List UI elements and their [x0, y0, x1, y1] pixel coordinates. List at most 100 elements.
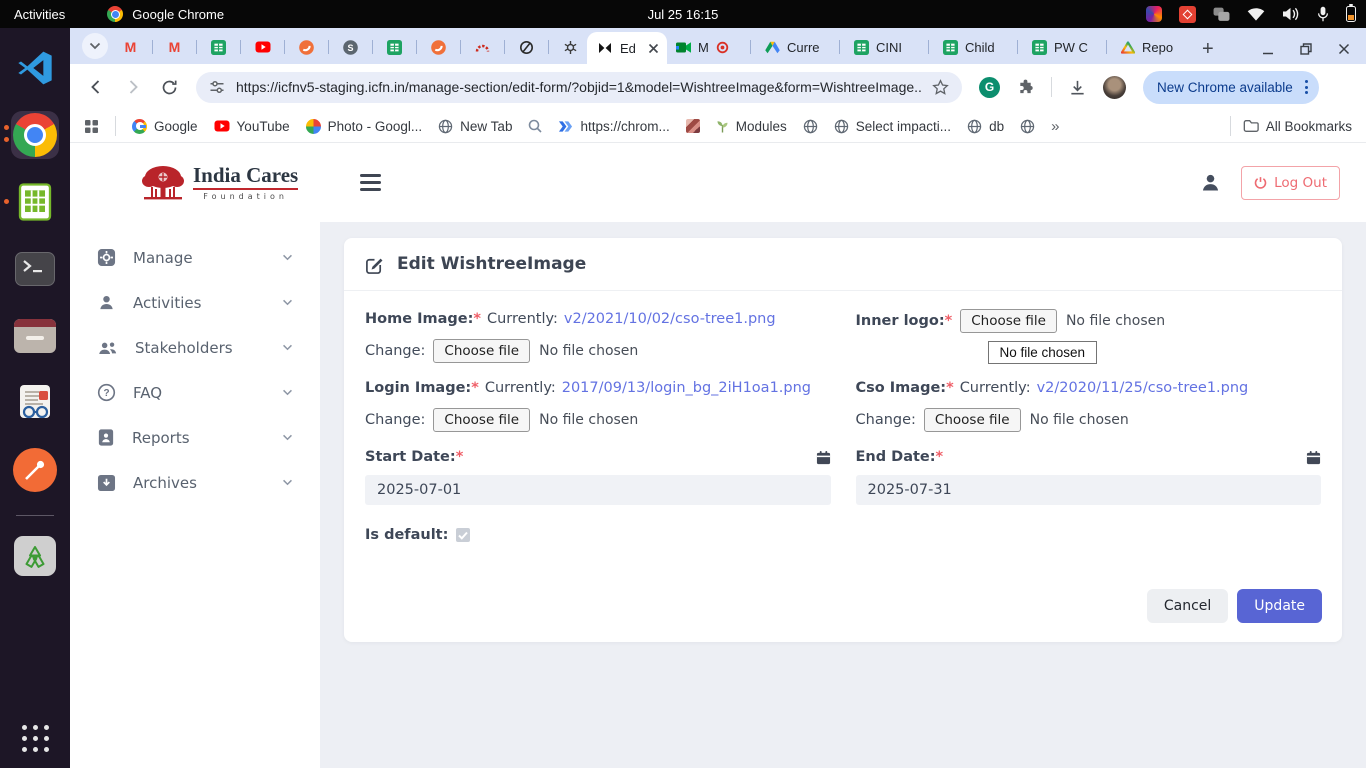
cso-image-file-link[interactable]: v2/2020/11/25/cso-tree1.png — [1037, 380, 1249, 396]
tab-search-button[interactable] — [82, 33, 108, 59]
youtube-icon — [255, 41, 271, 53]
forward-button[interactable] — [123, 77, 143, 97]
bookmark-chrome-link[interactable]: https://chrom... — [558, 119, 669, 134]
pinned-tab-gmail[interactable]: M — [114, 30, 147, 64]
pinned-tab-gmail-2[interactable]: M — [158, 30, 191, 64]
reload-button[interactable] — [160, 78, 179, 97]
extensions-puzzle-icon[interactable] — [1017, 79, 1034, 96]
restore-icon[interactable] — [1300, 43, 1312, 55]
logout-button[interactable]: Log Out — [1241, 166, 1340, 200]
search-bookmark-icon[interactable] — [528, 119, 542, 133]
dock-vscode[interactable] — [11, 44, 59, 92]
address-bar[interactable]: https://icfnv5-staging.icfn.in/manage-se… — [196, 72, 962, 103]
bookmark-select-impact[interactable]: Select impacti... — [834, 119, 951, 134]
battery-icon[interactable] — [1346, 6, 1356, 22]
dock-document-viewer[interactable] — [11, 379, 59, 427]
check-icon — [458, 531, 468, 540]
back-button[interactable] — [86, 77, 106, 97]
new-tab-button[interactable]: + — [1202, 39, 1214, 59]
show-applications-button[interactable] — [22, 725, 49, 752]
pinned-tab-sheets-2[interactable] — [378, 30, 411, 64]
dock-trash[interactable] — [11, 532, 59, 580]
all-bookmarks-button[interactable]: All Bookmarks — [1243, 119, 1352, 134]
pinned-tab-sheets[interactable] — [202, 30, 235, 64]
tab-sheet-child[interactable]: Child — [934, 30, 1012, 64]
edit-pencil-icon — [365, 255, 384, 274]
minimize-icon[interactable] — [1262, 43, 1274, 55]
sidebar-item-faq[interactable]: ? FAQ — [70, 370, 320, 415]
activities-button[interactable]: Activities — [14, 7, 65, 22]
bookmark-google[interactable]: Google — [132, 119, 198, 134]
brand-logo[interactable]: India Cares Foundation — [140, 163, 298, 203]
cancel-button[interactable]: Cancel — [1147, 589, 1228, 623]
is-default-checkbox[interactable] — [456, 528, 470, 542]
focused-app-menu[interactable]: Google Chrome — [107, 6, 224, 22]
sidebar-toggle-button[interactable] — [356, 170, 385, 195]
calendar-icon[interactable] — [1306, 450, 1321, 465]
close-tab-icon[interactable] — [647, 42, 660, 55]
home-image-choose-file-button[interactable]: Choose file — [433, 339, 530, 363]
bookmark-new-tab[interactable]: New Tab — [438, 119, 512, 134]
start-date-input[interactable] — [365, 475, 831, 505]
pinned-tab-slashed-circle[interactable] — [510, 30, 543, 64]
wifi-icon[interactable] — [1247, 7, 1265, 21]
pinned-tab-openai[interactable] — [554, 30, 587, 64]
grammarly-extension-icon[interactable]: G — [979, 77, 1000, 98]
dock-files[interactable] — [11, 312, 59, 360]
user-icon[interactable] — [1200, 172, 1221, 193]
bookmarks-overflow-button[interactable]: » — [1051, 118, 1059, 135]
globe-icon[interactable] — [1020, 119, 1035, 134]
browser-menu-icon[interactable] — [1303, 78, 1310, 96]
bookmark-image-favicon[interactable] — [686, 119, 700, 133]
url-text[interactable]: https://icfnv5-staging.icfn.in/manage-se… — [236, 79, 921, 95]
volume-icon[interactable] — [1282, 7, 1300, 21]
calendar-icon[interactable] — [816, 450, 831, 465]
dock-libreoffice-calc[interactable] — [11, 178, 59, 226]
login-image-file-link[interactable]: 2017/09/13/login_bg_2iH1oa1.png — [562, 380, 811, 396]
end-date-input[interactable] — [856, 475, 1322, 505]
tab-meet[interactable]: M — [667, 30, 745, 64]
tab-sheet-pw[interactable]: PW C — [1023, 30, 1101, 64]
dock-chrome[interactable] — [11, 111, 59, 159]
microphone-icon[interactable] — [1317, 6, 1329, 22]
pinned-tab-youtube[interactable] — [246, 30, 279, 64]
active-tab[interactable]: Ed — [587, 32, 667, 64]
profile-avatar[interactable] — [1103, 76, 1126, 99]
dock-postman[interactable] — [11, 446, 59, 494]
update-chrome-button[interactable]: New Chrome available — [1143, 71, 1319, 104]
app-indicator-icon[interactable] — [1146, 6, 1162, 22]
clock[interactable]: Jul 25 16:15 — [648, 7, 719, 22]
google-sheets-icon — [1032, 40, 1047, 55]
pinned-tab-red-arc[interactable] — [466, 30, 499, 64]
bookmark-google-photos[interactable]: Photo - Googl... — [306, 119, 423, 134]
tab-repo[interactable]: Repo — [1112, 30, 1190, 64]
bookmark-youtube[interactable]: YouTube — [214, 119, 290, 134]
login-image-choose-file-button[interactable]: Choose file — [433, 408, 530, 432]
globe-icon[interactable] — [803, 119, 818, 134]
cso-image-choose-file-button[interactable]: Choose file — [924, 408, 1021, 432]
sidebar-item-archives[interactable]: Archives — [70, 460, 320, 505]
close-window-icon[interactable] — [1338, 43, 1350, 55]
tab-sheet-cini[interactable]: CINI — [845, 30, 923, 64]
dock-terminal[interactable] — [11, 245, 59, 293]
bookmark-star-icon[interactable] — [932, 79, 949, 96]
sidebar-item-reports[interactable]: Reports — [70, 415, 320, 460]
downloads-icon[interactable] — [1069, 79, 1086, 96]
chat-indicator-icon[interactable] — [1213, 7, 1230, 22]
update-button[interactable]: Update — [1237, 589, 1322, 623]
site-settings-icon[interactable] — [209, 79, 225, 95]
screen-share-icon[interactable] — [1179, 6, 1196, 23]
home-image-file-link[interactable]: v2/2021/10/02/cso-tree1.png — [564, 311, 776, 327]
pinned-tab-orange-app-2[interactable] — [422, 30, 455, 64]
sidebar-item-manage[interactable]: Manage — [70, 235, 320, 280]
apps-grid-icon[interactable] — [84, 119, 99, 134]
bookmark-modules[interactable]: Modules — [716, 119, 787, 134]
red-arc-icon — [475, 40, 490, 55]
sidebar-item-activities[interactable]: Activities — [70, 280, 320, 325]
inner-logo-choose-file-button[interactable]: Choose file — [960, 309, 1057, 333]
pinned-tab-dark-globe[interactable]: S — [334, 30, 367, 64]
sidebar-item-stakeholders[interactable]: Stakeholders — [70, 325, 320, 370]
bookmark-db[interactable]: db — [967, 119, 1004, 134]
tab-drive[interactable]: Curre — [756, 30, 834, 64]
pinned-tab-orange-app[interactable] — [290, 30, 323, 64]
